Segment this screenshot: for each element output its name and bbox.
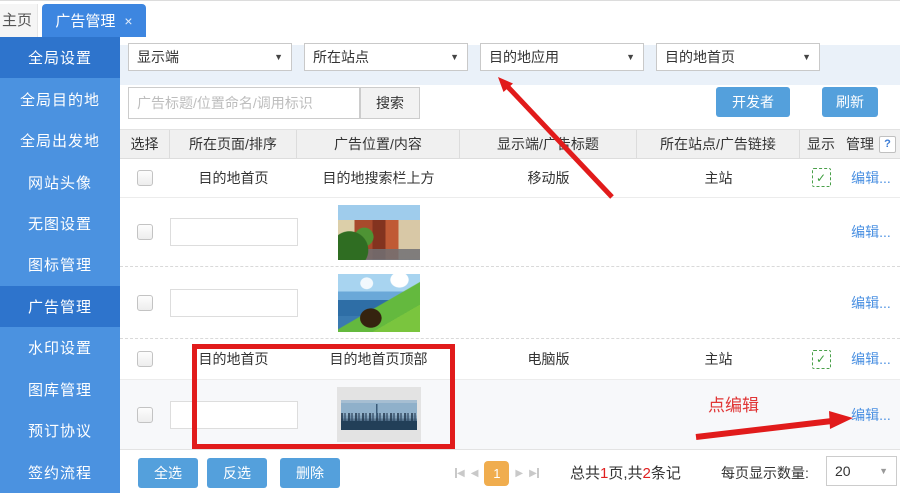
per-page-label: 每页显示数量: xyxy=(721,463,809,483)
close-icon[interactable]: × xyxy=(124,14,132,28)
header-display: 显示 xyxy=(800,130,842,158)
row-checkbox[interactable] xyxy=(137,351,153,367)
dropdown-value: 所在站点 xyxy=(313,47,369,67)
edit-link[interactable]: 编辑... xyxy=(851,405,891,425)
search-input[interactable] xyxy=(128,87,360,119)
delete-button[interactable]: 删除 xyxy=(280,458,340,488)
ad-thumbnail-frame xyxy=(337,387,421,442)
search-button[interactable]: 搜索 xyxy=(360,87,420,119)
first-page-icon[interactable]: ◀ xyxy=(455,468,465,479)
chevron-down-icon: ▼ xyxy=(802,52,811,62)
table-header: 选择 所在页面/排序 广告位置/内容 显示端/广告标题 所在站点/广告链接 显示… xyxy=(120,129,900,159)
ad-thumbnail-building xyxy=(338,205,420,260)
ad-thumbnail-city-skyline xyxy=(341,400,417,430)
page-number-badge[interactable]: 1 xyxy=(484,461,509,486)
header-manage: 管理 ? xyxy=(842,130,900,158)
select-all-button[interactable]: 全选 xyxy=(138,458,198,488)
header-platform-title: 显示端/广告标题 xyxy=(460,130,637,158)
next-page-icon[interactable]: ▶ xyxy=(515,468,523,479)
edit-link[interactable]: 编辑... xyxy=(851,293,891,313)
site-cell: 主站 xyxy=(637,158,800,197)
main-content: 显示端 ▼ 所在站点 ▼ 目的地应用 ▼ 目的地首页 ▼ 搜索 开发者 刷新 选… xyxy=(120,37,900,493)
display-check-icon[interactable]: ✓ xyxy=(812,350,831,369)
site-cell: 主站 xyxy=(637,339,800,379)
total-records: 2 xyxy=(643,465,651,482)
pagination: ◀ ◀ 1 ▶ ▶ xyxy=(455,458,539,488)
invert-select-button[interactable]: 反选 xyxy=(207,458,267,488)
refresh-button[interactable]: 刷新 xyxy=(822,87,878,117)
site-dropdown[interactable]: 所在站点 ▼ xyxy=(304,43,468,71)
sidebar-item-signing-process[interactable]: 签约流程 xyxy=(0,452,120,493)
per-page-select[interactable]: 20 ▼ xyxy=(826,456,897,486)
sidebar-item-global-departure[interactable]: 全局出发地 xyxy=(0,120,120,161)
tab-home[interactable]: 主页 xyxy=(0,4,38,37)
sidebar-item-icon-management[interactable]: 图标管理 xyxy=(0,244,120,285)
sidebar-item-watermark-settings[interactable]: 水印设置 xyxy=(0,327,120,368)
row-checkbox[interactable] xyxy=(137,407,153,423)
row-checkbox[interactable] xyxy=(137,224,153,240)
table-row: 目的地首页 目的地搜索栏上方 移动版 主站 ✓ 编辑... xyxy=(120,158,900,198)
edit-link[interactable]: 编辑... xyxy=(851,168,891,188)
header-page-order: 所在页面/排序 xyxy=(170,130,297,158)
chevron-down-icon: ▼ xyxy=(274,52,283,62)
tab-bar: 主页 广告管理 × xyxy=(0,1,900,37)
ad-thumbnail-coast xyxy=(338,274,420,332)
sidebar: 全局设置 全局目的地 全局出发地 网站头像 无图设置 图标管理 广告管理 水印设… xyxy=(0,37,120,493)
sidebar-item-gallery-management[interactable]: 图库管理 xyxy=(0,369,120,410)
position-cell: 目的地搜索栏上方 xyxy=(297,158,460,197)
sidebar-item-site-avatar[interactable]: 网站头像 xyxy=(0,161,120,202)
edit-link[interactable]: 编辑... xyxy=(851,222,891,242)
header-position-content: 广告位置/内容 xyxy=(297,130,460,158)
destination-home-dropdown[interactable]: 目的地首页 ▼ xyxy=(656,43,820,71)
table-row: 编辑... xyxy=(120,380,900,450)
help-icon[interactable]: ? xyxy=(879,136,896,153)
destination-app-dropdown[interactable]: 目的地应用 ▼ xyxy=(480,43,644,71)
row-checkbox[interactable] xyxy=(137,295,153,311)
header-site-link: 所在站点/广告链接 xyxy=(637,130,800,158)
dropdown-value: 显示端 xyxy=(137,47,179,67)
table-footer: 全选 反选 删除 ◀ ◀ 1 ▶ ▶ 总共1页,共2条记 每页显示数量: 20 … xyxy=(120,450,900,493)
dropdown-value: 目的地首页 xyxy=(665,47,735,67)
edit-link[interactable]: 编辑... xyxy=(851,349,891,369)
sidebar-item-global-settings[interactable]: 全局设置 xyxy=(0,37,120,78)
display-side-dropdown[interactable]: 显示端 ▼ xyxy=(128,43,292,71)
sidebar-item-global-destination[interactable]: 全局目的地 xyxy=(0,78,120,119)
chevron-down-icon: ▼ xyxy=(626,52,635,62)
prev-page-icon[interactable]: ◀ xyxy=(471,468,479,479)
display-check-icon[interactable]: ✓ xyxy=(812,168,831,187)
sidebar-item-no-image-settings[interactable]: 无图设置 xyxy=(0,203,120,244)
record-summary: 总共1页,共2条记 xyxy=(570,462,681,483)
app-window: 主页 广告管理 × 全局设置 全局目的地 全局出发地 网站头像 无图设置 图标管… xyxy=(0,0,900,492)
sort-input[interactable] xyxy=(170,401,298,429)
sort-input[interactable] xyxy=(170,289,298,317)
chevron-down-icon: ▼ xyxy=(879,466,888,476)
page-cell: 目的地首页 xyxy=(170,339,297,379)
tab-ad-management[interactable]: 广告管理 × xyxy=(42,4,146,37)
developer-button[interactable]: 开发者 xyxy=(716,87,790,117)
tab-label: 广告管理 xyxy=(55,10,115,31)
position-cell: 目的地首页顶部 xyxy=(297,339,460,379)
table-row: 编辑... xyxy=(120,198,900,267)
header-select: 选择 xyxy=(120,130,170,158)
chevron-down-icon: ▼ xyxy=(450,52,459,62)
platform-cell: 移动版 xyxy=(460,158,637,197)
sort-input[interactable] xyxy=(170,218,298,246)
per-page-value: 20 xyxy=(835,463,851,479)
row-checkbox[interactable] xyxy=(137,170,153,186)
sidebar-item-ad-management[interactable]: 广告管理 xyxy=(0,286,120,327)
page-cell: 目的地首页 xyxy=(170,158,297,197)
table-row: 目的地首页 目的地首页顶部 电脑版 主站 ✓ 编辑... xyxy=(120,339,900,380)
sidebar-item-booking-agreement[interactable]: 预订协议 xyxy=(0,410,120,451)
dropdown-value: 目的地应用 xyxy=(489,47,559,67)
last-page-icon[interactable]: ▶ xyxy=(529,468,539,479)
table-row: 编辑... xyxy=(120,267,900,339)
platform-cell: 电脑版 xyxy=(460,339,637,379)
